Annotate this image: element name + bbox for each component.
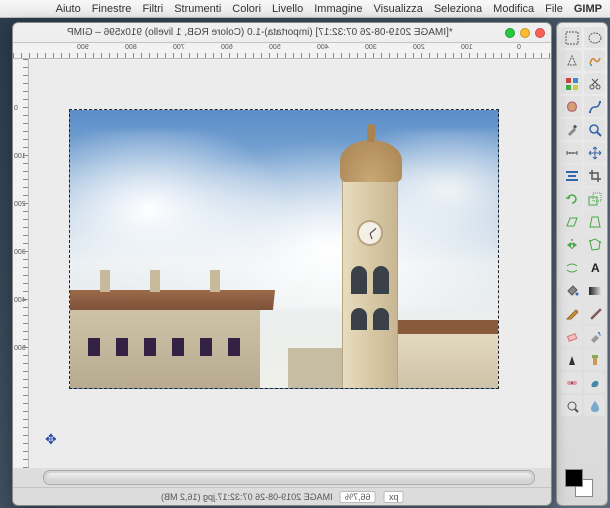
ruler-h-tick: 500 [269, 44, 281, 51]
by-color-select-icon[interactable] [561, 73, 582, 94]
svg-text:A: A [591, 261, 600, 275]
shear-icon[interactable] [561, 211, 582, 232]
text-icon[interactable]: A [584, 257, 605, 278]
ruler-h-tick: 0 [517, 44, 521, 51]
vertical-ruler: 0 100 200 300 400 500 [13, 59, 29, 468]
warp-icon[interactable] [561, 257, 582, 278]
menu-file[interactable]: File [545, 3, 563, 15]
status-bar: px 66,7% IMAGE 2019-08-26 07:32:17.jpg (… [13, 487, 551, 505]
ink-icon[interactable] [561, 349, 582, 370]
scissors-icon[interactable] [584, 73, 605, 94]
paintbrush-icon[interactable] [584, 303, 605, 324]
cage-icon[interactable] [584, 234, 605, 255]
foreground-color-swatch[interactable] [565, 469, 583, 487]
zoom-level[interactable]: 66,7% [340, 491, 376, 503]
crop-icon[interactable] [584, 165, 605, 186]
pencil-icon[interactable] [561, 303, 582, 324]
eraser-icon[interactable] [561, 326, 582, 347]
image-window: *[IMAGE 2019-08-26 07:32:17] (importata)… [12, 22, 552, 506]
airbrush-icon[interactable] [584, 326, 605, 347]
menu-colori[interactable]: Colori [232, 3, 261, 15]
ruler-h-tick: 700 [173, 44, 185, 51]
flip-icon[interactable] [561, 234, 582, 255]
canvas-area[interactable]: ✥ [29, 59, 551, 468]
ruler-h-tick: 800 [125, 44, 137, 51]
menubar: GIMP File Modifica Seleziona Visualizza … [0, 0, 610, 18]
smudge-icon[interactable] [584, 372, 605, 393]
image-canvas[interactable] [69, 109, 499, 389]
tower [342, 178, 398, 388]
menu-immagine[interactable]: Immagine [314, 3, 362, 15]
window-controls [505, 28, 545, 38]
dodge-icon[interactable] [561, 395, 582, 416]
menu-strumenti[interactable]: Strumenti [174, 3, 221, 15]
blend-icon[interactable] [584, 280, 605, 301]
status-filename: IMAGE 2019-08-26 07:32:17.jpg (16,2 MB) [161, 492, 333, 502]
scale-icon[interactable] [584, 188, 605, 209]
titlebar: *[IMAGE 2019-08-26 07:32:17] (importata)… [13, 23, 551, 43]
fuzzy-select-icon[interactable] [584, 50, 605, 71]
free-select-icon[interactable] [561, 50, 582, 71]
minimize-button[interactable] [520, 28, 530, 38]
app-name: GIMP [574, 3, 602, 15]
menu-livello[interactable]: Livello [272, 3, 303, 15]
menu-modifica[interactable]: Modifica [493, 3, 534, 15]
blur-icon[interactable] [584, 395, 605, 416]
perspective-icon[interactable] [584, 211, 605, 232]
move-cursor-icon: ✥ [45, 431, 57, 448]
ellipse-select-icon[interactable] [584, 27, 605, 48]
paths-icon[interactable] [584, 96, 605, 117]
ruler-h-tick: 300 [365, 44, 377, 51]
ruler-h-tick: 900 [77, 44, 89, 51]
ruler-v-tick: 0 [14, 105, 18, 112]
ruler-v-tick: 300 [14, 249, 26, 256]
foreground-select-icon[interactable] [561, 96, 582, 117]
tool-grid: A [557, 23, 607, 420]
move-icon[interactable] [584, 142, 605, 163]
rotate-icon[interactable] [561, 188, 582, 209]
zoom-icon[interactable] [584, 119, 605, 140]
ruler-v-tick: 200 [14, 201, 26, 208]
zoom-button[interactable] [505, 28, 515, 38]
align-icon[interactable] [561, 165, 582, 186]
ruler-h-tick: 600 [221, 44, 233, 51]
heal-icon[interactable] [561, 372, 582, 393]
menu-seleziona[interactable]: Seleziona [434, 3, 482, 15]
ruler-v-tick: 100 [14, 153, 26, 160]
toolbox: A [556, 22, 608, 506]
ruler-v-tick: 400 [14, 297, 26, 304]
close-button[interactable] [535, 28, 545, 38]
ruler-h-tick: 100 [461, 44, 473, 51]
ruler-h-tick: 400 [317, 44, 329, 51]
menu-aiuto[interactable]: Aiuto [56, 3, 81, 15]
bucket-fill-icon[interactable] [561, 280, 582, 301]
clone-icon[interactable] [584, 349, 605, 370]
horizontal-scrollbar[interactable] [43, 470, 535, 485]
ruler-v-tick: 500 [14, 345, 26, 352]
ruler-h-tick: 200 [413, 44, 425, 51]
horizontal-ruler: 0 100 200 300 400 500 600 700 800 900 [13, 43, 551, 59]
menu-finestre[interactable]: Finestre [92, 3, 132, 15]
color-picker-icon[interactable] [561, 119, 582, 140]
measure-icon[interactable] [561, 142, 582, 163]
color-swatches[interactable] [557, 465, 607, 505]
rectangle-select-icon[interactable] [561, 27, 582, 48]
unit-selector[interactable]: px [384, 491, 404, 503]
menu-visualizza[interactable]: Visualizza [374, 3, 423, 15]
menu-filtri[interactable]: Filtri [142, 3, 163, 15]
window-title: *[IMAGE 2019-08-26 07:32:17] (importata)… [67, 27, 453, 38]
